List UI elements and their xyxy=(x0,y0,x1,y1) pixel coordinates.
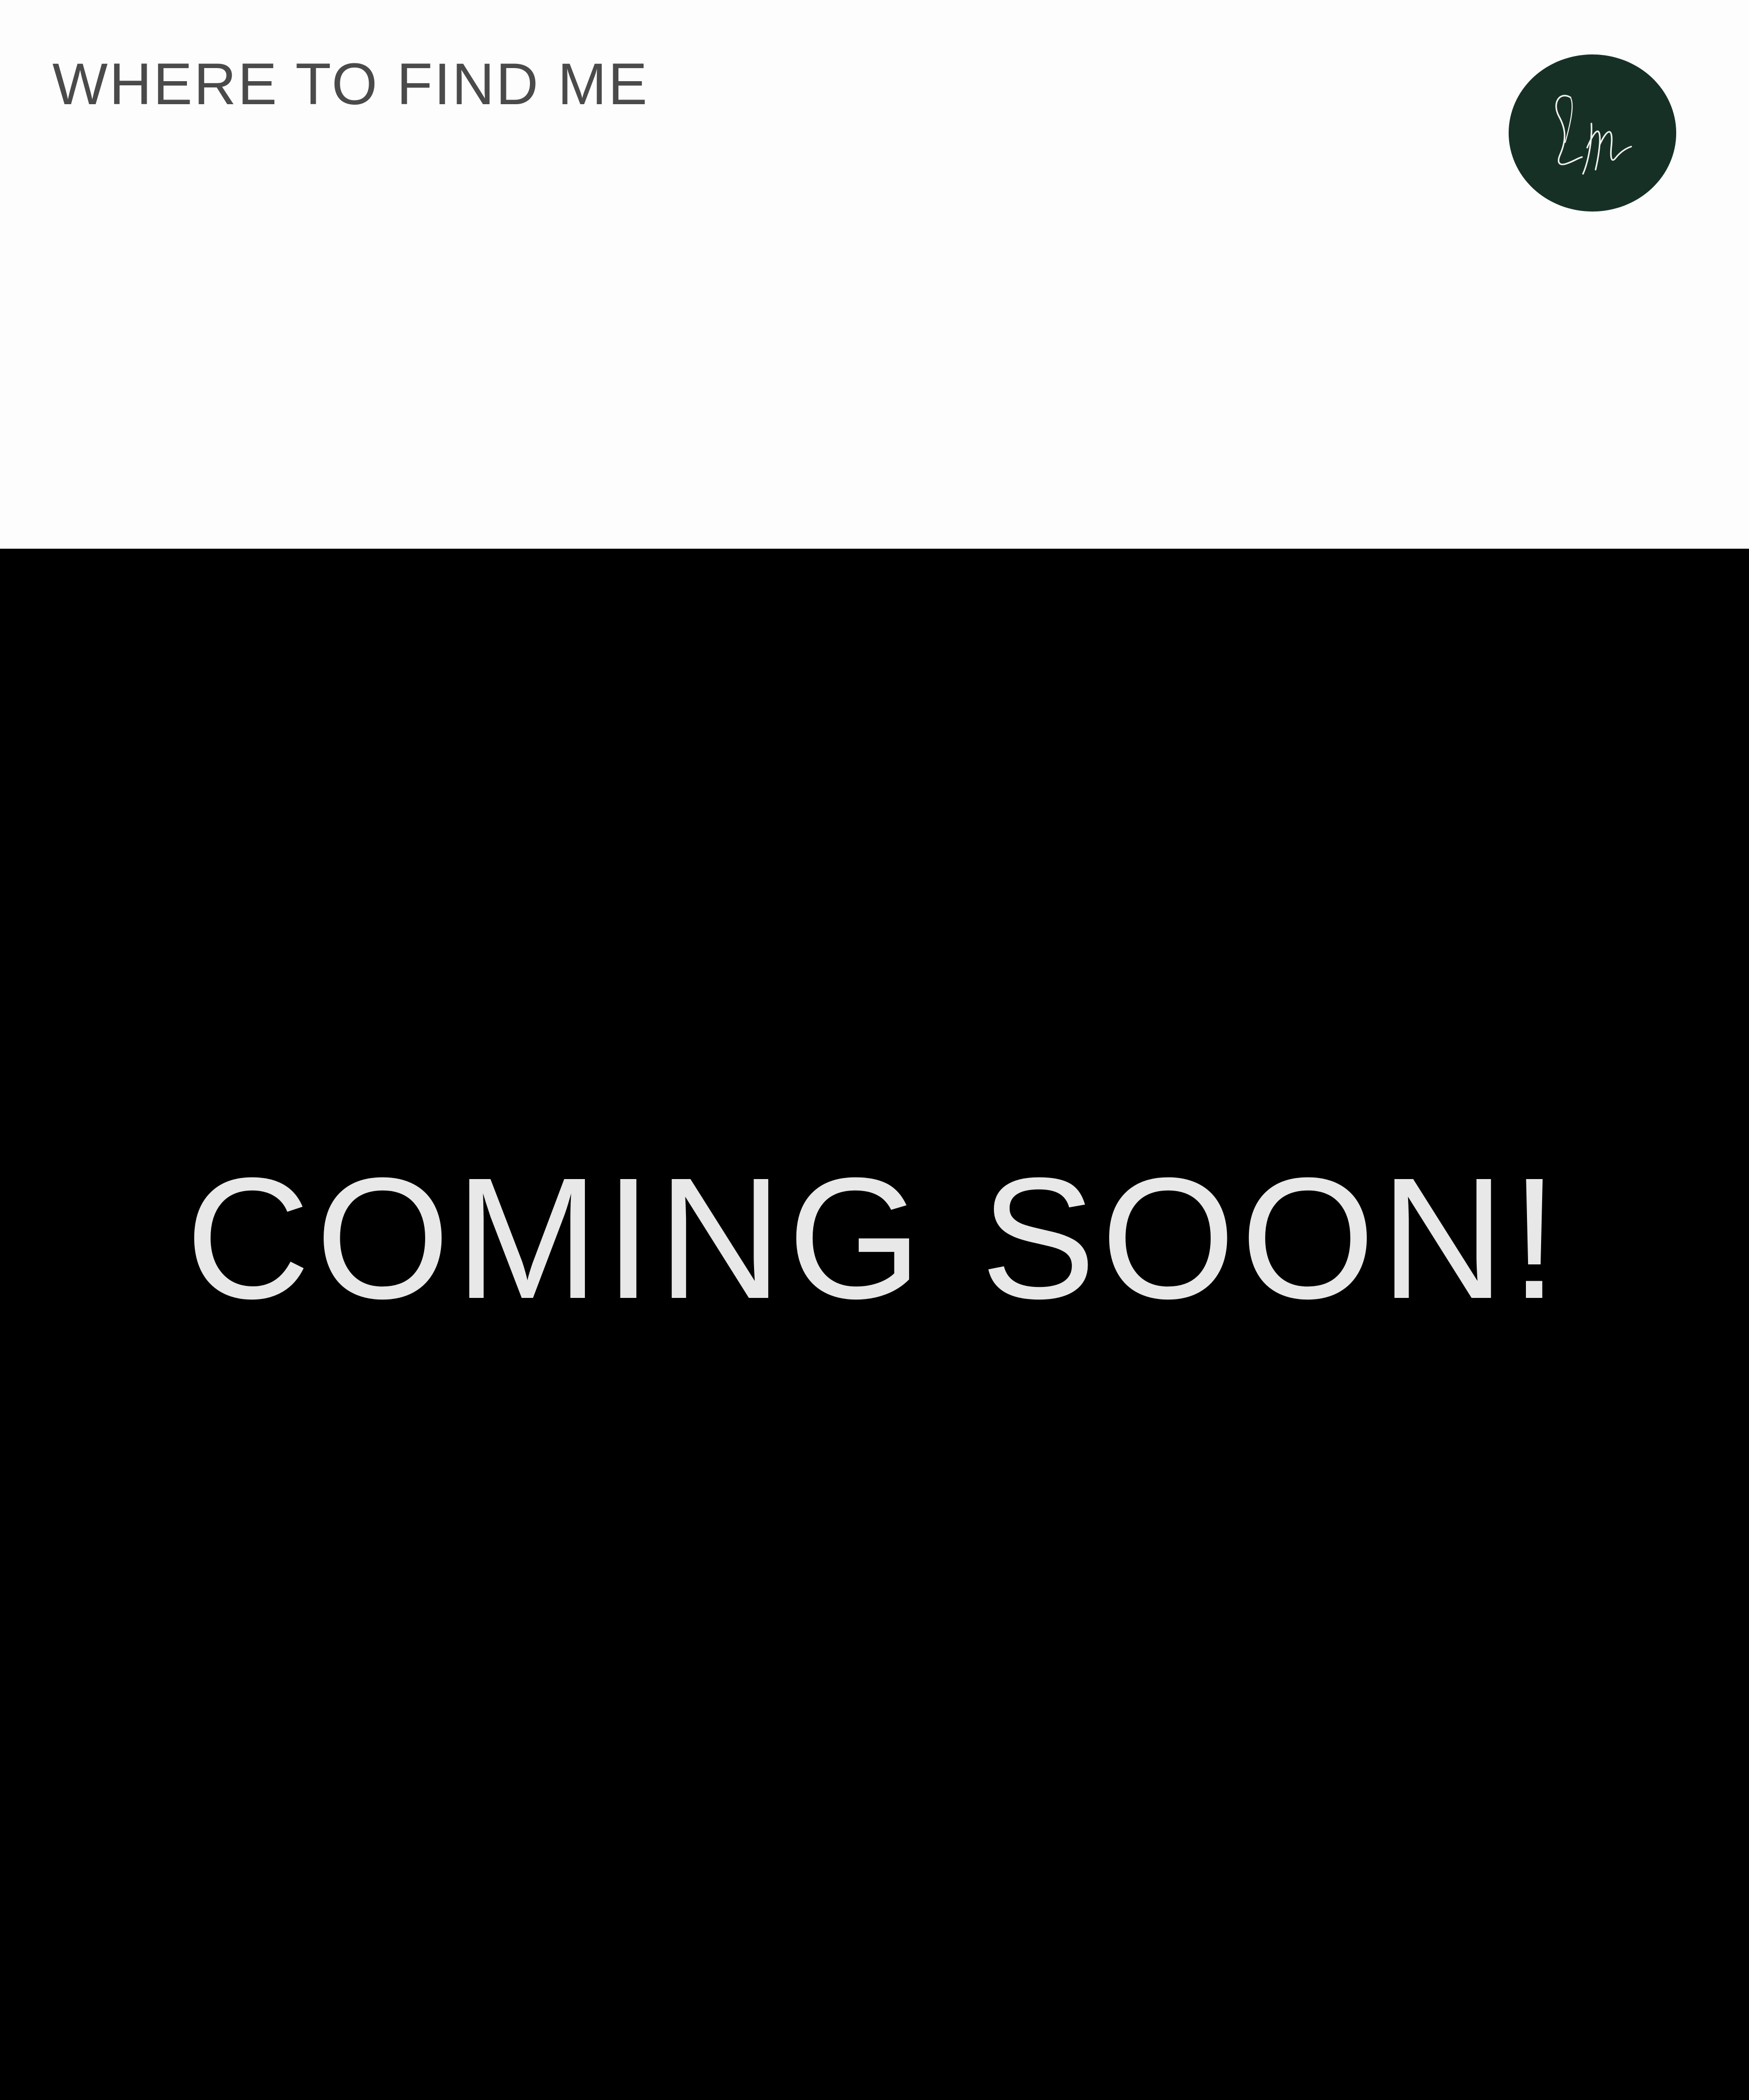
coming-soon-section: COMING SOON! xyxy=(0,549,1749,2100)
monogram-logo-icon xyxy=(1555,95,1632,175)
coming-soon-heading: COMING SOON! xyxy=(185,1141,1564,1335)
page: WHERE TO FIND ME COMING SOON! xyxy=(0,0,1749,2100)
where-to-find-me-link[interactable]: WHERE TO FIND ME xyxy=(52,50,649,118)
monogram-logo[interactable] xyxy=(1509,54,1676,212)
site-header: WHERE TO FIND ME xyxy=(0,0,1749,549)
